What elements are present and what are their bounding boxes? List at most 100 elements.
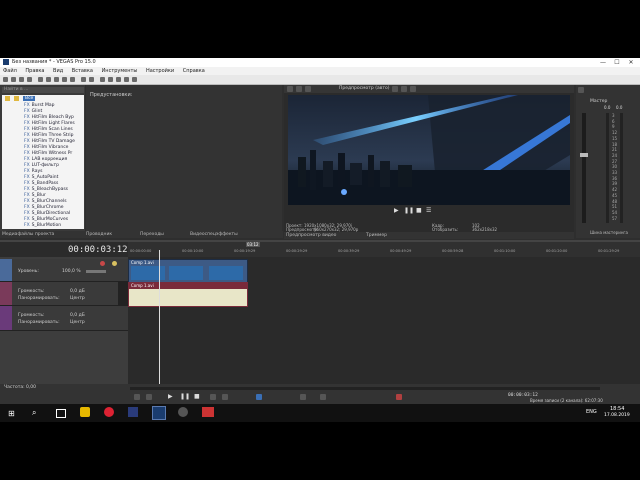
stop-icon[interactable]: ■ (194, 393, 200, 400)
normal-edit-tool-icon[interactable] (256, 394, 262, 400)
edit-tool-icon[interactable] (100, 77, 105, 82)
render-icon[interactable] (38, 77, 43, 82)
preview-quality-select[interactable]: Предпросмотр (авто) (339, 86, 390, 91)
copy-snapshot-icon[interactable] (401, 86, 407, 92)
fx-list-item[interactable]: FX HitFilm TV Damage (24, 139, 75, 145)
recorder-icon[interactable] (202, 407, 214, 417)
clock-date[interactable]: 17.08.2019 (604, 413, 630, 418)
play-icon[interactable]: ▶ (168, 393, 173, 400)
premiere-icon[interactable] (128, 407, 138, 417)
audio-track-header-2[interactable]: Громкость: 0,0 дБ Панорамировать: Центр (0, 306, 128, 331)
envelope-tool-icon[interactable] (108, 77, 113, 82)
fx-list-item[interactable]: FX HitFilm Vibrance (24, 145, 68, 151)
split-screen-icon[interactable] (305, 86, 311, 92)
menu-edit[interactable]: Правка (25, 67, 44, 75)
fx-list-item[interactable]: FX HitFilm Light Flares (24, 121, 75, 127)
search-icon[interactable]: ⌕ (32, 408, 36, 418)
fx-list-item[interactable]: FX S_Blur (24, 193, 46, 199)
menu-view[interactable]: Вид (53, 67, 63, 75)
fx-list-item[interactable]: FX Glint (24, 109, 42, 115)
master-fader-handle[interactable] (580, 153, 588, 157)
fx-list-item[interactable]: FX HitFilm Witness Pr (24, 151, 72, 157)
vegas-taskbar-icon[interactable] (152, 406, 166, 420)
undo-icon[interactable] (81, 77, 86, 82)
fx-list-item[interactable]: FX S_BandPass (24, 181, 58, 187)
fx-list-item[interactable]: FX S_BlurChannels (24, 199, 67, 205)
master-fx-icon[interactable] (578, 87, 584, 93)
stop-icon[interactable]: ■ (416, 207, 422, 214)
record-icon[interactable] (134, 394, 140, 400)
pause-icon[interactable]: ❚❚ (180, 393, 190, 400)
ignore-grouping-icon[interactable] (396, 394, 402, 400)
minimize-button[interactable]: — (598, 58, 608, 67)
go-to-start-icon[interactable] (210, 394, 216, 400)
tree-root-all[interactable]: Все (23, 96, 36, 101)
close-button[interactable]: ✕ (626, 58, 636, 67)
tab-video-preview[interactable]: Предпросмотр видео (286, 233, 336, 238)
fx-list-item[interactable]: FX S_BlurDirectional (24, 211, 70, 217)
language-indicator[interactable]: ENG (586, 409, 597, 415)
copy-icon[interactable] (54, 77, 59, 82)
fx-list-item[interactable]: FX LUT-фильтр (24, 163, 59, 169)
anchor-point-marker[interactable] (341, 189, 347, 195)
video-track-header[interactable]: Уровень: 100,0 % (0, 259, 128, 282)
tab-trimmer[interactable]: Триммер (366, 233, 387, 238)
tab-transitions[interactable]: Переходы (140, 232, 164, 237)
fx-list-item[interactable]: FX S_BleachBypass (24, 187, 68, 193)
horizontal-scrollbar[interactable] (130, 387, 600, 390)
cut-icon[interactable] (46, 77, 51, 82)
fx-list-item[interactable]: FX Burst Map (24, 103, 55, 109)
tab-explorer[interactable]: Проводник (86, 232, 112, 237)
mute-icon[interactable] (100, 261, 105, 266)
pause-icon[interactable]: ❚❚ (404, 207, 414, 214)
fx-list-item[interactable]: FX S_BlurChrome (24, 205, 63, 211)
video-clip[interactable]: Comp 1.avi (128, 259, 248, 283)
level-slider[interactable] (86, 270, 106, 273)
fx-list-item[interactable]: FX S_BlurMoCurves (24, 217, 68, 223)
redo-icon[interactable] (89, 77, 94, 82)
tab-project-media[interactable]: Медиафайлы проекта (2, 232, 54, 237)
playhead-cursor[interactable] (159, 250, 160, 384)
preview-settings-icon[interactable] (287, 86, 293, 92)
menu-file[interactable]: Файл (3, 67, 17, 75)
clock-time[interactable]: 18:54 (610, 406, 624, 412)
overlays-icon[interactable] (392, 86, 398, 92)
fx-icon[interactable] (296, 86, 302, 92)
maximize-button[interactable]: ☐ (612, 58, 622, 67)
fx-list-item[interactable]: FX S_BlurMotion (24, 223, 61, 229)
delete-icon[interactable] (70, 77, 75, 82)
fx-list-item[interactable]: FX HitFilm Scan Lines (24, 127, 73, 133)
tab-video-fx[interactable]: Видеоспецэффекты (190, 232, 238, 237)
menu-help[interactable]: Справка (183, 67, 205, 75)
save-icon[interactable] (19, 77, 24, 82)
fx-list-item[interactable]: FX HitFilm Bleach Byp (24, 115, 74, 121)
task-view-icon[interactable] (56, 409, 66, 418)
snap-icon[interactable] (132, 77, 137, 82)
new-icon[interactable] (3, 77, 8, 82)
loop-playback-icon[interactable] (146, 394, 152, 400)
menu-options[interactable]: Настройки (146, 67, 174, 75)
fx-list-item[interactable]: FX S_AutoPaint (24, 175, 58, 181)
properties-icon[interactable] (27, 77, 32, 82)
selection-tool-icon[interactable] (116, 77, 121, 82)
tab-master-bus[interactable]: Шина мастеринга (590, 230, 628, 235)
fx-list-item[interactable]: FX LAB коррекция (24, 157, 67, 163)
app-icon[interactable] (178, 407, 188, 417)
solo-icon[interactable] (112, 261, 117, 266)
audio-clip[interactable]: Comp 1.avi (128, 282, 248, 307)
windows-start-icon[interactable]: ⊞ (8, 409, 15, 418)
yandex-browser-icon[interactable] (104, 407, 114, 417)
explorer-icon[interactable] (80, 407, 90, 417)
open-icon[interactable] (11, 77, 16, 82)
marker-icon[interactable] (320, 394, 326, 400)
fx-list-item[interactable]: FX HitFilm Three Strip (24, 133, 74, 139)
menu-insert[interactable]: Вставка (72, 67, 93, 75)
fx-list-item[interactable]: FX Rays (24, 169, 42, 175)
time-ruler[interactable]: 03:12 00:00:00:00 00:00:10:00 00:00:19:29 0… (128, 242, 640, 257)
save-snapshot-icon[interactable] (410, 86, 416, 92)
zoom-tool-icon[interactable] (124, 77, 129, 82)
loop-icon[interactable]: ☰ (426, 207, 431, 214)
search-input[interactable]: Найти в ... (2, 87, 84, 93)
paste-icon[interactable] (62, 77, 67, 82)
split-icon[interactable] (300, 394, 306, 400)
